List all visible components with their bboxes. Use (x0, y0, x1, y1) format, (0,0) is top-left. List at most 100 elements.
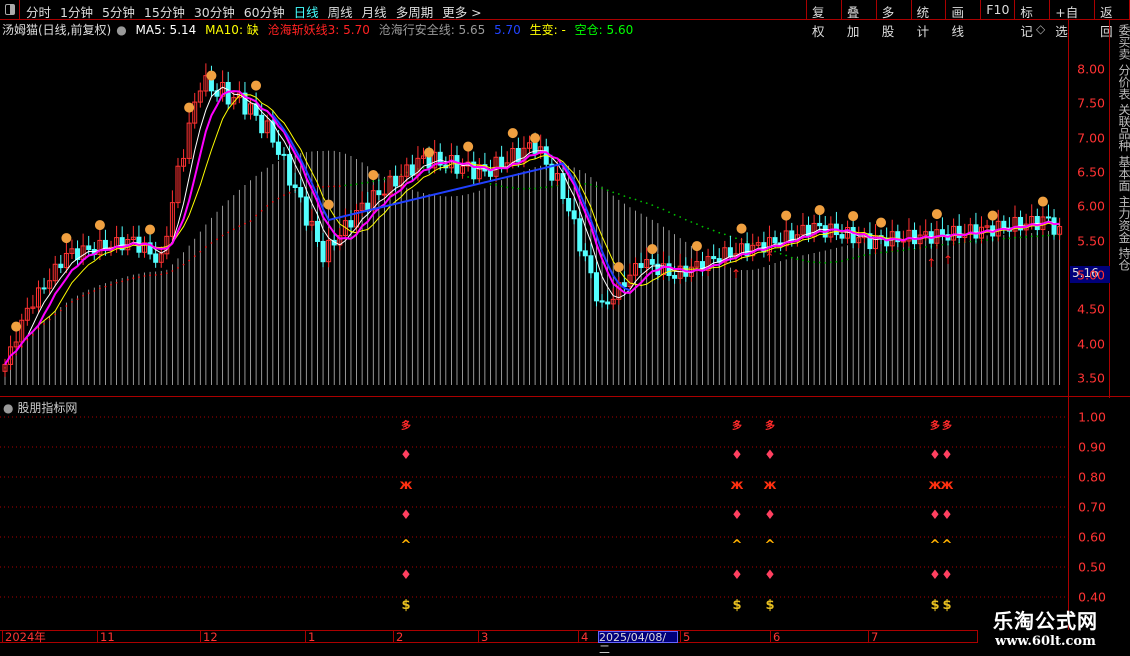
trend-dot (673, 213, 676, 216)
money-bag-icon: $ (942, 598, 951, 613)
money-bag-icon: $ (732, 598, 741, 613)
period-tab[interactable]: 1分钟 (60, 2, 93, 21)
toolbar-button[interactable]: 标记 (1014, 0, 1049, 39)
candle-body (287, 154, 293, 186)
trend-dot (154, 274, 157, 276)
candle-body (1045, 216, 1051, 219)
selected-date: 2025/04/08/二 (598, 631, 678, 656)
candle-body (292, 184, 298, 189)
gem-icon: ♦ (764, 568, 776, 583)
signal-face-icon: ● (987, 208, 998, 223)
signal-face-icon: ● (814, 203, 825, 218)
toolbar-button[interactable]: 统计 (910, 0, 946, 39)
period-tab[interactable]: 30分钟 (194, 2, 235, 21)
diamond-icon[interactable]: ◇ (1036, 22, 1045, 36)
candle-body (376, 190, 382, 196)
trend-dot (249, 220, 252, 222)
trend-dot (204, 246, 207, 248)
money-bag-icon: $ (930, 598, 939, 613)
date-label: 2 (393, 631, 403, 643)
trend-dot (790, 256, 793, 259)
trend-dot (238, 225, 241, 228)
trend-dot (523, 187, 525, 190)
butterfly-icon: ж (400, 478, 413, 493)
toolbar-button[interactable]: 多股 (875, 0, 911, 39)
dropdown-icon[interactable]: ● (116, 23, 126, 37)
ma5-value: MA5: 5.14 (135, 23, 197, 37)
trend-dot (76, 298, 79, 300)
trend-dot (1041, 234, 1044, 237)
up-arrow-icon: ^ (401, 538, 412, 553)
period-tab[interactable]: 多周期 (396, 2, 434, 21)
duo-icon: 多 (930, 419, 940, 432)
indicator-axis-label: 0.70 (1078, 499, 1106, 515)
period-tab[interactable]: 周线 (328, 2, 353, 21)
trend-dot (807, 260, 810, 263)
side-tabs[interactable]: 委买卖 分价表 关联品种 基本面 主力资金 持仓 (1111, 20, 1130, 398)
trend-dot (193, 255, 196, 258)
toolbar-button[interactable]: F10 (980, 0, 1014, 20)
trend-dot (880, 251, 882, 254)
period-tab[interactable]: 5分钟 (102, 2, 135, 21)
trend-dot (500, 185, 503, 188)
candle-body (939, 229, 945, 236)
date-label: 6 (770, 631, 780, 643)
trend-dot (534, 187, 536, 190)
trend-dot (723, 233, 726, 236)
safe-line-value: 沧海行安全线: 5.65 (378, 23, 486, 37)
period-tab[interactable]: 15分钟 (144, 2, 185, 21)
trend-dot (662, 208, 665, 211)
trend-dot (65, 305, 68, 307)
trend-dot (115, 281, 118, 284)
toolbar-button[interactable]: 复权 (806, 0, 841, 39)
trend-dot (37, 327, 40, 330)
gem-icon: ♦ (731, 448, 743, 463)
period-tabs: 分时 1分钟 5分钟 15分钟 30分钟 60分钟 日线 周线 月线 多周期 更多 > (26, 2, 482, 21)
trend-dot (121, 280, 124, 283)
candle-body (298, 187, 304, 198)
toolbar-button[interactable]: 画线 (945, 0, 980, 39)
signal-face-icon: ● (206, 68, 217, 83)
trend-dot (841, 260, 843, 262)
trend-dot (467, 176, 470, 178)
period-tab[interactable]: 60分钟 (244, 2, 285, 21)
period-tab[interactable]: 月线 (362, 2, 387, 21)
period-tab[interactable]: 更多 > (442, 2, 481, 21)
indicator-chart[interactable]: 多♦ж♦^♦$多♦ж♦^♦$多♦ж♦^♦$多♦ж♦^♦$多♦ж♦^♦$ (0, 397, 1068, 629)
blue-line-value: 5.70 (494, 23, 521, 37)
red-up-arrow-icon: ↑ (731, 267, 741, 281)
trend-dot (941, 243, 944, 246)
signal-face-icon: ● (10, 319, 21, 334)
price-chart[interactable]: ● ● ● ● ● ● ● ● ● ● ● ● ● ● ● ● ● ● ● ● ● ● ● ● ↑ ↑ ↑ ↑ (0, 37, 1068, 395)
candle-body (303, 196, 309, 226)
trend-dot (288, 191, 291, 194)
period-tab[interactable]: 分时 (26, 2, 51, 21)
indicator-axis-label: 0.60 (1078, 529, 1106, 545)
toolbar-button[interactable]: 叠加 (840, 0, 876, 39)
candle-body (454, 155, 460, 174)
trend-dot (15, 353, 18, 356)
period-tab[interactable]: 日线 (294, 2, 319, 21)
butterfly-icon: ж (731, 478, 744, 493)
candle-body (839, 234, 845, 239)
trend-dot (1030, 235, 1033, 238)
candle-body (649, 259, 655, 265)
trend-dot (489, 183, 492, 185)
duo-icon: 多 (401, 419, 411, 432)
signal-face-icon: ● (61, 230, 72, 245)
top-toolbar: 分时 1分钟 5分钟 15分钟 30分钟 60分钟 日线 周线 月线 多周期 更多 > 复权 叠加 多股… (0, 0, 1130, 39)
trend-dot (1002, 237, 1005, 240)
trend-dot (110, 283, 112, 286)
candle-body (571, 210, 577, 220)
panel-toggle-icon[interactable] (0, 0, 20, 20)
toolbar-button[interactable]: +自选 (1049, 0, 1094, 39)
signal-face-icon: ● (847, 209, 858, 224)
date-label: 5 (680, 631, 690, 643)
toolbar-button[interactable]: 返回 (1094, 0, 1130, 39)
candle-body (499, 156, 505, 168)
trend-dot (361, 182, 364, 185)
trend-dot (87, 292, 90, 295)
date-label: 1 (305, 631, 315, 643)
indicator-axis-label: 0.50 (1078, 559, 1106, 575)
ma10-value: MA10: 缺 (205, 23, 259, 37)
